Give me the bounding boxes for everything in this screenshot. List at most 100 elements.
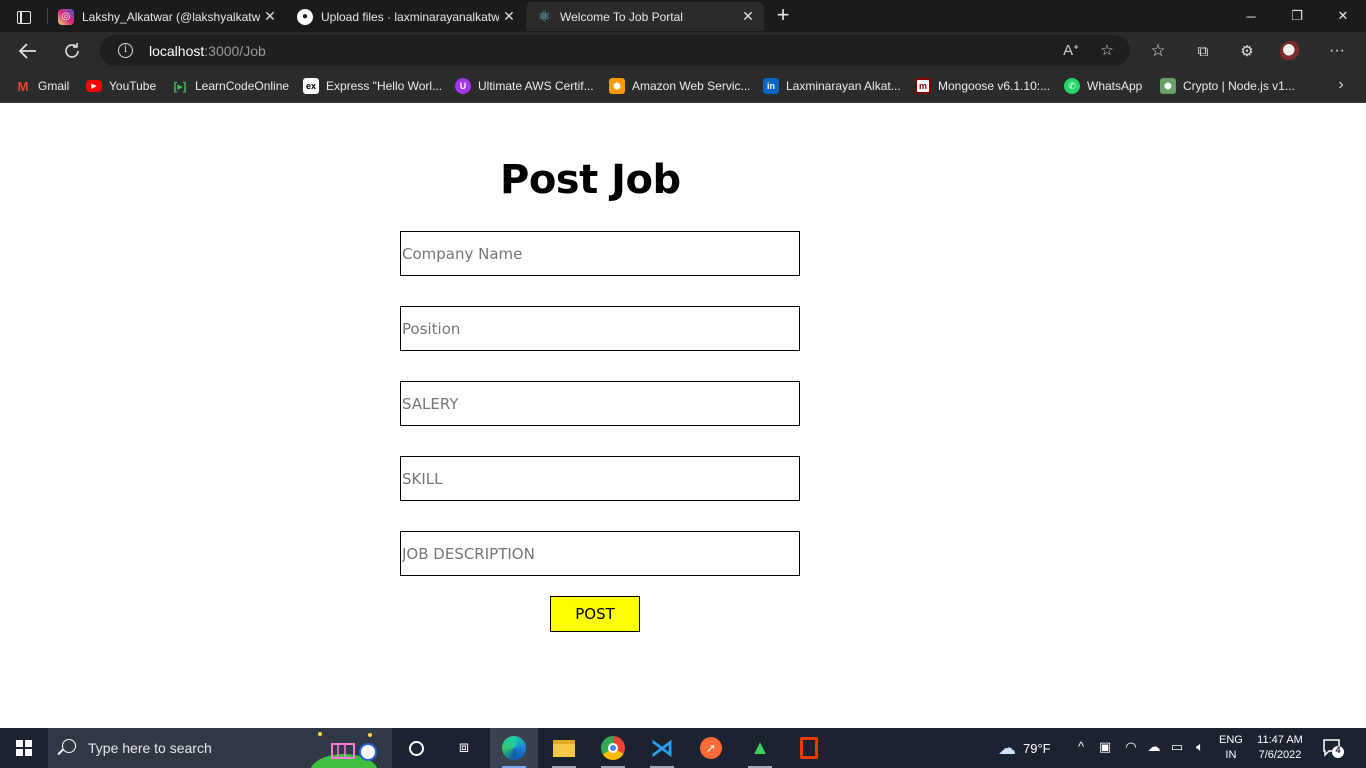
tab-actions-icon	[17, 10, 31, 24]
taskbar-edge[interactable]	[490, 728, 538, 768]
meet-now-icon[interactable]: ▣	[1096, 739, 1114, 757]
search-highlight-art	[310, 732, 378, 768]
temperature: 79°F	[1023, 741, 1051, 756]
back-arrow-icon	[19, 43, 36, 59]
tab-actions-button[interactable]	[8, 6, 40, 28]
rocket-icon: ▲	[750, 736, 770, 759]
windows-taskbar: Type here to search ⧈ ⋊ ➚ ▲ ☁ 79°F ^ ▣ ◠…	[0, 728, 1366, 768]
volume-icon[interactable]: 🔈︎	[1191, 739, 1209, 757]
system-clock[interactable]: 11:47 AM 7/6/2022	[1252, 733, 1308, 763]
taskbar-search-box[interactable]: Type here to search	[48, 728, 392, 768]
file-explorer-icon	[553, 739, 575, 757]
browser-tab-bar: ◎ Lakshy_Alkatwar (@lakshyalkatwar) ✕ ● …	[0, 0, 1366, 32]
office-icon	[800, 737, 818, 759]
close-tab-icon[interactable]: ✕	[260, 8, 280, 25]
profile-avatar[interactable]	[1280, 41, 1302, 63]
show-hidden-icons-chevron-icon[interactable]: ^	[1072, 739, 1090, 757]
company-name-input[interactable]	[400, 231, 800, 276]
search-placeholder: Type here to search	[88, 740, 212, 756]
aws-icon: ⬢	[609, 78, 625, 94]
battery-icon[interactable]: ▭	[1168, 739, 1186, 757]
position-input[interactable]	[400, 306, 800, 351]
taskbar-postman[interactable]: ➚	[687, 728, 735, 768]
site-info-icon[interactable]: i	[118, 43, 133, 58]
job-description-input[interactable]	[400, 531, 800, 576]
taskbar-chrome[interactable]	[589, 728, 637, 768]
react-icon: ⚛	[537, 8, 551, 24]
task-view-button[interactable]: ⧈	[440, 728, 488, 768]
add-favorite-icon[interactable]: ☆	[1096, 40, 1118, 62]
vscode-icon: ⋊	[650, 734, 674, 762]
bookmark-express[interactable]: ex Express "Hello Worl...	[303, 76, 442, 96]
mongoose-icon: m	[915, 78, 931, 94]
start-button[interactable]	[0, 728, 48, 768]
back-button[interactable]	[13, 36, 43, 66]
bookmarks-bar: M Gmail ▶ YouTube [▸] LearnCodeOnline ex…	[0, 70, 1366, 103]
bookmark-mongoose[interactable]: m Mongoose v6.1.10:...	[915, 76, 1050, 96]
collections-icon: ⧉	[1197, 42, 1209, 60]
bookmark-aws-cert[interactable]: U Ultimate AWS Certif...	[455, 76, 594, 96]
browser-toolbar: i localhost:3000/Job Aᐩ ☆ ☆ ⧉ ⚙ ···	[0, 32, 1366, 70]
cortana-button[interactable]	[392, 728, 440, 768]
bookmark-nodejs-crypto[interactable]: ⬢ Crypto | Node.js v1...	[1160, 76, 1295, 96]
chrome-icon	[601, 736, 625, 760]
salery-input[interactable]	[400, 381, 800, 426]
post-button[interactable]: POST	[550, 596, 640, 632]
restore-button[interactable]: ❐	[1274, 0, 1320, 32]
refresh-button[interactable]	[57, 36, 87, 66]
page-title: Post Job	[500, 157, 681, 203]
close-tab-icon[interactable]: ✕	[499, 8, 519, 25]
favorites-button[interactable]: ☆	[1143, 36, 1173, 66]
bookmark-label: YouTube	[109, 79, 157, 93]
linkedin-icon: in	[763, 78, 779, 94]
language-indicator[interactable]: ENG IN	[1219, 733, 1243, 763]
youtube-icon: ▶	[86, 80, 102, 92]
cortana-icon	[408, 740, 424, 756]
bookmark-label: Laxminarayan Alkat...	[786, 79, 901, 93]
bookmark-youtube[interactable]: ▶ YouTube	[86, 76, 156, 96]
address-bar[interactable]: i localhost:3000/Job Aᐩ ☆	[100, 35, 1130, 66]
tab-github[interactable]: ● Upload files · laxminarayanalkatwar ✕	[287, 2, 525, 31]
taskbar-git-app[interactable]: ▲	[736, 728, 784, 768]
bookmark-label: Mongoose v6.1.10:...	[938, 79, 1051, 93]
wifi-icon[interactable]: ◠	[1122, 739, 1140, 757]
bookmark-aws[interactable]: ⬢ Amazon Web Servic...	[609, 76, 751, 96]
notification-center-button[interactable]: 4	[1322, 738, 1344, 758]
new-tab-button[interactable]: +	[770, 4, 796, 28]
learncodeonline-icon: [▸]	[173, 80, 187, 93]
skill-input[interactable]	[400, 456, 800, 501]
close-tab-icon[interactable]: ✕	[738, 8, 758, 25]
cloud-rain-icon: ☁	[998, 738, 1016, 758]
tab-label: Welcome To Job Portal	[560, 9, 683, 24]
url-text[interactable]: localhost:3000/Job	[149, 43, 266, 59]
settings-more-button[interactable]: ···	[1322, 36, 1352, 66]
bookmark-label: Crypto | Node.js v1...	[1183, 79, 1295, 93]
bookmark-linkedin[interactable]: in Laxminarayan Alkat...	[763, 76, 901, 96]
search-icon	[62, 739, 76, 753]
bookmark-whatsapp[interactable]: ✆ WhatsApp	[1064, 76, 1142, 96]
taskbar-file-explorer[interactable]	[540, 728, 588, 768]
bookmark-label: LearnCodeOnline	[195, 79, 290, 93]
whatsapp-icon: ✆	[1064, 78, 1080, 94]
extensions-button[interactable]: ⚙	[1232, 36, 1262, 66]
bookmark-learncodeonline[interactable]: [▸] LearnCodeOnline	[172, 76, 290, 96]
favorites-icon: ☆	[1150, 41, 1166, 60]
weather-widget[interactable]: ☁ 79°F	[998, 738, 1051, 759]
region-code: IN	[1225, 749, 1237, 761]
read-aloud-icon[interactable]: Aᐩ	[1060, 40, 1082, 62]
close-window-button[interactable]: ✕	[1320, 0, 1366, 32]
edge-icon	[502, 736, 526, 760]
taskbar-office[interactable]	[785, 728, 833, 768]
extensions-icon: ⚙	[1240, 43, 1254, 60]
collections-button[interactable]: ⧉	[1188, 36, 1218, 66]
github-icon: ●	[297, 8, 313, 25]
tab-instagram[interactable]: ◎ Lakshy_Alkatwar (@lakshyalkatwar) ✕	[48, 2, 286, 31]
bookmark-gmail[interactable]: M Gmail	[15, 76, 70, 96]
task-view-icon: ⧈	[458, 739, 470, 756]
minimize-button[interactable]: ─	[1228, 0, 1274, 32]
onedrive-icon[interactable]: ☁	[1145, 739, 1163, 757]
tab-job-portal[interactable]: ⚛ Welcome To Job Portal ✕	[526, 2, 764, 31]
clock-time: 11:47 AM	[1257, 734, 1303, 746]
bookmarks-overflow-chevron-icon[interactable]: ›	[1330, 76, 1352, 98]
taskbar-vscode[interactable]: ⋊	[638, 728, 686, 768]
